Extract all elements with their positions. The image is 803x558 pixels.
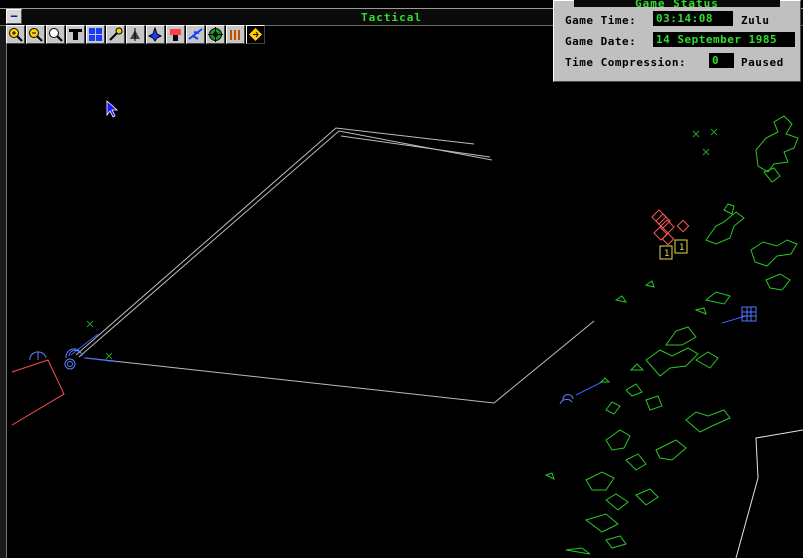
magnify-button[interactable] bbox=[46, 25, 65, 44]
time-zone-label: Zulu bbox=[741, 14, 770, 27]
weapon-icon bbox=[170, 29, 181, 41]
missile-icon bbox=[230, 30, 240, 40]
range-rings-icon bbox=[89, 28, 102, 41]
weapon-button[interactable] bbox=[166, 25, 185, 44]
time-compression-label: Time Compression: bbox=[565, 56, 687, 69]
zoom-out-icon bbox=[29, 28, 43, 42]
game-status-title: Game Status bbox=[635, 0, 719, 10]
radar-button[interactable] bbox=[126, 25, 145, 44]
target-icon bbox=[208, 27, 223, 42]
game-date-value: 14 September 1985 bbox=[653, 32, 795, 47]
blue-track-lines bbox=[70, 315, 747, 396]
zoom-in-icon bbox=[9, 28, 23, 42]
land-border bbox=[735, 429, 803, 558]
range-rings-button[interactable] bbox=[86, 25, 105, 44]
unit-marker-label: 1 bbox=[679, 243, 684, 253]
sensor-icon bbox=[109, 27, 123, 41]
unknown-unit-markers[interactable]: 1 1 bbox=[659, 239, 688, 260]
hostile-zone-border bbox=[11, 359, 65, 426]
contact-markers[interactable] bbox=[86, 128, 718, 360]
time-compression-value[interactable]: 0 bbox=[709, 53, 734, 68]
filter-icon bbox=[69, 29, 82, 40]
hostile-units[interactable] bbox=[651, 209, 690, 246]
mouse-cursor bbox=[106, 100, 119, 118]
aircraft-button[interactable] bbox=[186, 25, 205, 44]
target-button[interactable] bbox=[206, 25, 225, 44]
aircraft-icon bbox=[188, 28, 203, 40]
patrol-track bbox=[75, 127, 595, 404]
unit-button[interactable] bbox=[146, 25, 165, 44]
missile-button[interactable] bbox=[226, 25, 245, 44]
coastline bbox=[544, 115, 799, 555]
game-time-value: 03:14:08 bbox=[653, 11, 733, 26]
system-menu-button[interactable]: − bbox=[6, 9, 22, 24]
zoom-out-button[interactable] bbox=[26, 25, 45, 44]
toolbar bbox=[6, 25, 265, 46]
goto-button[interactable] bbox=[246, 25, 265, 44]
game-status-panel[interactable]: Game Status Game Time: 03:14:08 Zulu Gam… bbox=[553, 0, 801, 82]
game-date-label: Game Date: bbox=[565, 35, 637, 48]
friendly-unit-cluster[interactable] bbox=[29, 348, 574, 405]
tactical-map[interactable]: 1 1 bbox=[6, 46, 803, 558]
unit-marker-label: 1 bbox=[664, 249, 669, 259]
radar-icon bbox=[130, 28, 140, 41]
magnify-icon bbox=[49, 28, 63, 42]
sensor-button[interactable] bbox=[106, 25, 125, 44]
paused-status: Paused bbox=[741, 56, 784, 69]
unit-icon bbox=[148, 27, 163, 42]
game-time-label: Game Time: bbox=[565, 14, 637, 27]
filter-button[interactable] bbox=[66, 25, 85, 44]
goto-icon bbox=[249, 28, 262, 41]
zoom-in-button[interactable] bbox=[6, 25, 25, 44]
airbase-icon[interactable] bbox=[741, 306, 757, 322]
